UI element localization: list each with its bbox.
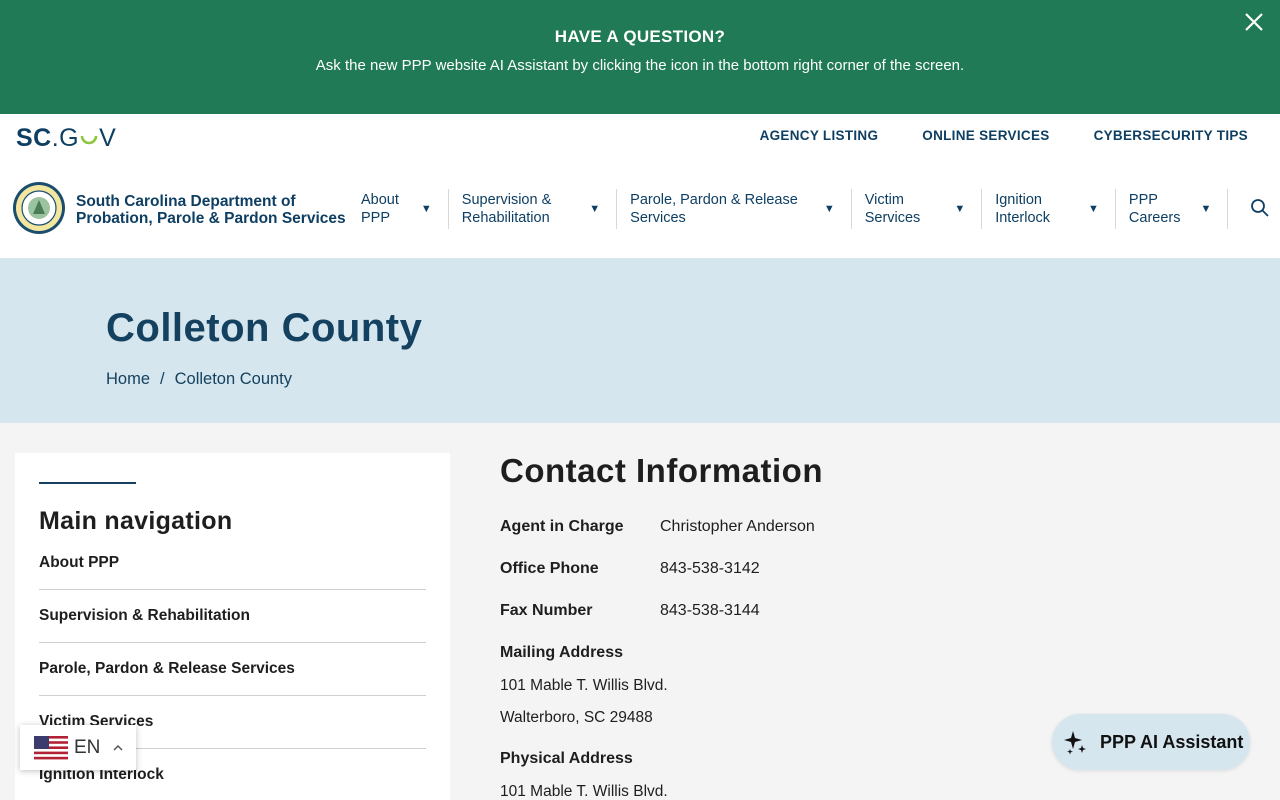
banner-text: Ask the new PPP website AI Assistant by … [315,57,965,74]
contact-title: Contact Information [500,452,823,489]
fax-value: 843-538-3144 [660,602,760,619]
page-title: Colleton County [106,306,423,350]
physical-address-label: Physical Address [500,750,633,767]
agent-value: Christopher Anderson [660,518,815,535]
sparkle-icon [1064,731,1086,755]
phone-row: Office Phone 843-538-3142 [500,560,760,578]
breadcrumb: Home / Colleton County [106,370,292,389]
online-services-link[interactable]: ONLINE SERVICES [922,128,1049,143]
ai-assistant-button[interactable]: PPP AI Assistant [1052,714,1250,770]
caret-down-icon[interactable]: ▼ [1088,203,1099,215]
caret-down-icon[interactable]: ▼ [954,203,965,215]
caret-down-icon[interactable]: ▼ [824,203,835,215]
phone-value[interactable]: 843-538-3142 [660,560,760,577]
nav-ppp-careers[interactable]: PPP Careers ▼ [1116,189,1229,229]
caret-down-icon[interactable]: ▼ [421,203,432,215]
sidebar-divider [39,482,136,484]
announcement-banner: HAVE A QUESTION? Ask the new PPP website… [0,0,1280,114]
sidebar-title: Main navigation [39,507,233,535]
fax-label: Fax Number [500,602,593,619]
breadcrumb-current: Colleton County [174,370,293,388]
utility-nav: AGENCY LISTING ONLINE SERVICES CYBERSECU… [760,128,1248,143]
site-header: SC.G V AGENCY LISTING ONLINE SERVICES CYB… [0,114,1280,258]
language-selector[interactable]: EN [20,725,136,770]
agency-listing-link[interactable]: AGENCY LISTING [760,128,879,143]
page-hero: Colleton County Home / Colleton County [0,258,1280,423]
main-nav: About PPP ▼ Supervision & Rehabilitation ▼… [348,184,1229,234]
us-flag-icon [34,735,68,760]
mailing-address-label: Mailing Address [500,644,623,661]
agent-label: Agent in Charge [500,518,624,535]
agency-seal-icon[interactable] [12,181,66,235]
breadcrumb-home[interactable]: Home [106,370,150,389]
sidebar-item-parole-pardon[interactable]: Parole, Pardon & Release Services [39,643,426,696]
moon-icon [80,135,98,145]
chevron-up-icon [113,744,123,751]
sidebar-item-supervision[interactable]: Supervision & Rehabilitation [39,590,426,643]
banner-title: HAVE A QUESTION? [554,27,726,46]
agency-name[interactable]: South Carolina Department of Probation, … [76,193,346,227]
ai-assistant-label: PPP AI Assistant [1100,731,1244,752]
breadcrumb-separator: / [160,370,165,388]
nav-ignition-interlock[interactable]: Ignition Interlock ▼ [982,189,1116,229]
phone-label: Office Phone [500,560,599,577]
cybersecurity-tips-link[interactable]: CYBERSECURITY TIPS [1094,128,1248,143]
scgov-logo[interactable]: SC.G V [16,124,116,153]
mailing-address-line1: 101 Mable T. Willis Blvd. [500,677,668,694]
sidebar-item-about-ppp[interactable]: About PPP [39,537,426,590]
caret-down-icon[interactable]: ▼ [589,203,600,215]
close-icon[interactable] [1242,10,1266,34]
physical-address-line1: 101 Mable T. Willis Blvd. [500,783,668,800]
nav-supervision[interactable]: Supervision & Rehabilitation ▼ [449,189,618,229]
agent-row: Agent in Charge Christopher Anderson [500,518,815,536]
caret-down-icon[interactable]: ▼ [1200,203,1211,215]
nav-parole-pardon[interactable]: Parole, Pardon & Release Services ▼ [617,189,852,229]
nav-victim-services[interactable]: Victim Services ▼ [852,189,983,229]
fax-row: Fax Number 843-538-3144 [500,602,760,620]
mailing-address-line2: Walterboro, SC 29488 [500,709,653,726]
language-code: EN [74,736,101,758]
search-icon[interactable] [1250,198,1270,218]
nav-about-ppp[interactable]: About PPP ▼ [348,189,449,229]
